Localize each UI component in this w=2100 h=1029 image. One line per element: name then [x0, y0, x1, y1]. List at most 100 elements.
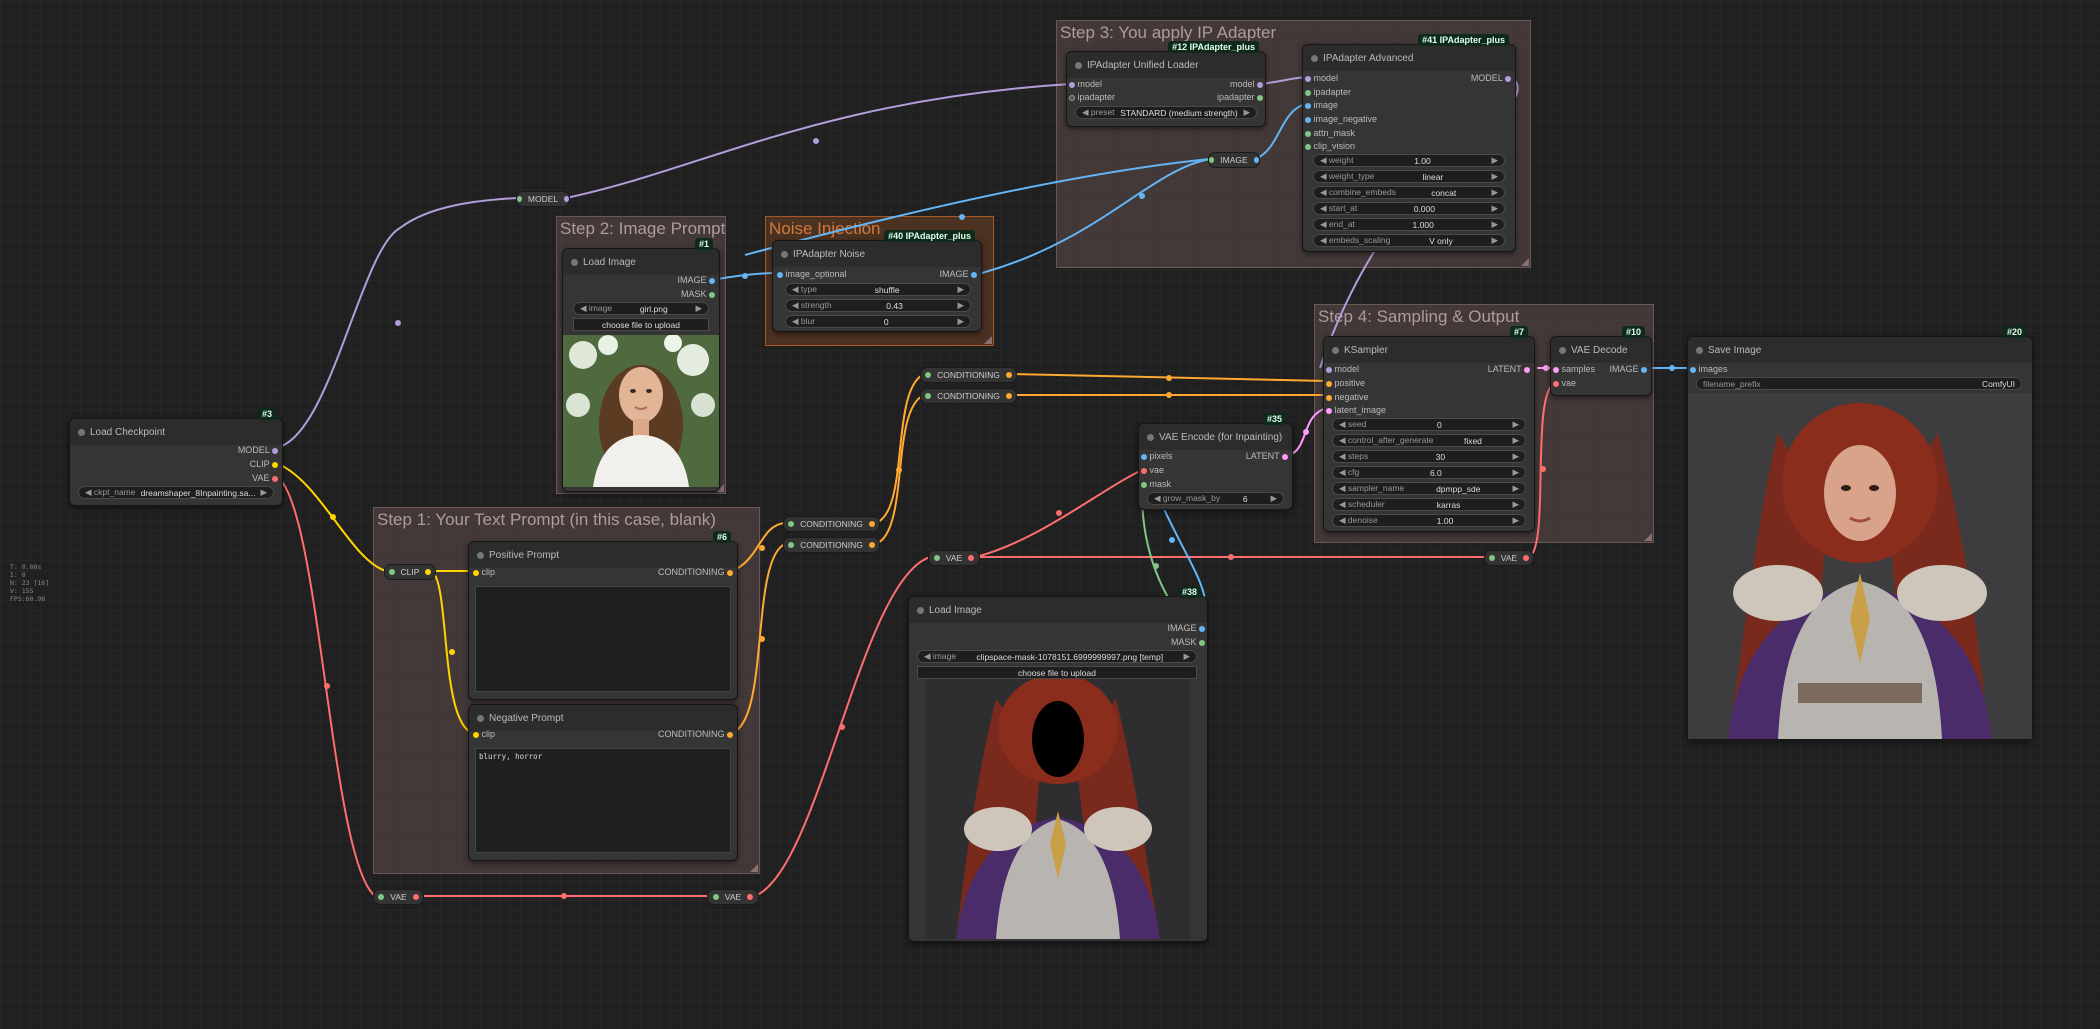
output-mask[interactable]: MASK: [681, 289, 715, 299]
resize-handle[interactable]: [1521, 258, 1529, 266]
reroute-conditioning[interactable]: CONDITIONING: [920, 388, 1017, 404]
input-mask[interactable]: mask: [1141, 479, 1171, 489]
node-title[interactable]: IPAdapter Unified Loader: [1067, 52, 1265, 78]
node-ipadapter-noise[interactable]: #40 IPAdapter_plus IPAdapter Noise image…: [772, 230, 982, 332]
node-title[interactable]: IPAdapter Advanced: [1303, 45, 1515, 71]
node-title[interactable]: KSampler: [1324, 337, 1534, 363]
node-vae-encode-inpainting[interactable]: #35 VAE Encode (for Inpainting) pixels v…: [1138, 413, 1293, 510]
resize-handle[interactable]: [1644, 533, 1652, 541]
node-save-image[interactable]: #20 Save Image images filename_prefix Com…: [1687, 326, 2033, 740]
input-vae[interactable]: vae: [1553, 378, 1576, 388]
strength-number[interactable]: ◀ strength 0.43 ▶: [785, 299, 971, 312]
image-combo[interactable]: ◀ image clipspace-mask-1078151.6999999997…: [917, 650, 1197, 663]
combine-embeds-combo[interactable]: ◀ combine_embeds concat ▶: [1313, 186, 1505, 199]
weight-type-combo[interactable]: ◀ weight_type linear ▶: [1313, 170, 1505, 183]
collapse-dot[interactable]: [477, 552, 484, 559]
node-load-image[interactable]: #1 Load Image IMAGE MASK ◀ image girl.png…: [562, 238, 720, 492]
node-negative-prompt[interactable]: Negative Prompt clip CONDITIONING blurry…: [468, 704, 738, 861]
scheduler-combo[interactable]: ◀ scheduler karras ▶: [1332, 498, 1526, 511]
node-title[interactable]: VAE Encode (for Inpainting): [1139, 424, 1292, 450]
sampler-name-combo[interactable]: ◀ sampler_name dpmpp_sde ▶: [1332, 482, 1526, 495]
type-combo[interactable]: ◀ type shuffle ▶: [785, 283, 971, 296]
node-title[interactable]: Load Image: [563, 249, 719, 275]
reroute-image[interactable]: IMAGE: [1208, 152, 1260, 168]
output-latent[interactable]: LATENT: [1246, 451, 1288, 461]
seed-number[interactable]: ◀ seed 0 ▶: [1332, 418, 1526, 431]
input-latent-image[interactable]: latent_image: [1326, 405, 1386, 415]
reroute-clip[interactable]: CLIP: [384, 564, 436, 580]
grow-mask-by-number[interactable]: ◀ grow_mask_by 6 ▶: [1147, 492, 1284, 505]
input-attn-mask[interactable]: attn_mask: [1305, 128, 1355, 138]
node-title[interactable]: Save Image: [1688, 337, 2032, 363]
start-at-number[interactable]: ◀ start_at 0.000 ▶: [1313, 202, 1505, 215]
node-title[interactable]: IPAdapter Noise: [773, 241, 981, 267]
collapse-dot[interactable]: [78, 429, 85, 436]
output-image[interactable]: IMAGE: [1167, 623, 1205, 633]
upload-button[interactable]: choose file to upload: [573, 318, 709, 331]
input-vae[interactable]: vae: [1141, 465, 1164, 475]
reroute-conditioning[interactable]: CONDITIONING: [783, 537, 880, 553]
reroute-vae[interactable]: VAE: [707, 889, 759, 905]
output-mask[interactable]: MASK: [1171, 637, 1205, 647]
output-vae[interactable]: VAE: [252, 473, 278, 483]
denoise-number[interactable]: ◀ denoise 1.00 ▶: [1332, 514, 1526, 527]
output-conditioning[interactable]: CONDITIONING: [658, 567, 733, 577]
node-vae-decode[interactable]: #10 VAE Decode samples vae IMAGE: [1550, 326, 1652, 396]
output-model[interactable]: MODEL: [238, 445, 278, 455]
collapse-dot[interactable]: [571, 259, 578, 266]
node-positive-prompt[interactable]: #6 Positive Prompt clip CONDITIONING: [468, 531, 738, 700]
filename-prefix-text[interactable]: filename_prefix ComfyUI: [1696, 377, 2022, 390]
input-ipadapter[interactable]: ipadapter: [1069, 92, 1115, 102]
collapse-dot[interactable]: [1332, 347, 1339, 354]
node-load-checkpoint[interactable]: #3 Load Checkpoint MODEL CLIP VAE ◀ ckpt…: [69, 408, 283, 506]
reroute-vae[interactable]: VAE: [928, 550, 980, 566]
output-model[interactable]: model: [1230, 79, 1263, 89]
prompt-textarea[interactable]: blurry, horror: [475, 748, 731, 853]
weight-number[interactable]: ◀ weight 1.00 ▶: [1313, 154, 1505, 167]
output-latent[interactable]: LATENT: [1488, 364, 1530, 374]
reroute-conditioning[interactable]: CONDITIONING: [783, 516, 880, 532]
steps-number[interactable]: ◀ steps 30 ▶: [1332, 450, 1526, 463]
node-title[interactable]: VAE Decode: [1551, 337, 1651, 363]
reroute-vae[interactable]: VAE: [373, 889, 424, 905]
node-ipadapter-unified-loader[interactable]: #12 IPAdapter_plus IPAdapter Unified Loa…: [1066, 41, 1266, 127]
node-title[interactable]: Positive Prompt: [469, 542, 737, 568]
input-clip[interactable]: clip: [473, 567, 495, 577]
collapse-dot[interactable]: [1147, 434, 1154, 441]
input-model[interactable]: model: [1069, 79, 1102, 89]
preset-combo[interactable]: ◀ preset STANDARD (medium strength) ▶: [1075, 106, 1257, 119]
collapse-dot[interactable]: [1696, 347, 1703, 354]
reroute-model[interactable]: MODEL: [516, 191, 570, 207]
output-ipadapter[interactable]: ipadapter: [1217, 92, 1263, 102]
input-clip-vision[interactable]: clip_vision: [1305, 141, 1355, 151]
input-model[interactable]: model: [1326, 364, 1359, 374]
input-negative[interactable]: negative: [1326, 392, 1369, 402]
collapse-dot[interactable]: [781, 251, 788, 258]
input-ipadapter[interactable]: ipadapter: [1305, 87, 1351, 97]
input-positive[interactable]: positive: [1326, 378, 1365, 388]
prompt-textarea[interactable]: [475, 586, 731, 692]
output-conditioning[interactable]: CONDITIONING: [658, 729, 733, 739]
node-load-image-mask[interactable]: #38 Load Image IMAGE MASK ◀ image clipspa…: [908, 586, 1208, 942]
collapse-dot[interactable]: [1311, 55, 1318, 62]
output-image[interactable]: IMAGE: [677, 275, 715, 285]
resize-handle[interactable]: [750, 864, 758, 872]
input-samples[interactable]: samples: [1553, 364, 1595, 374]
input-model[interactable]: model: [1305, 73, 1338, 83]
collapse-dot[interactable]: [1075, 62, 1082, 69]
node-ksampler[interactable]: #7 KSampler model positive negative late…: [1323, 326, 1535, 532]
end-at-number[interactable]: ◀ end_at 1.000 ▶: [1313, 218, 1505, 231]
output-image[interactable]: IMAGE: [1609, 364, 1647, 374]
blur-number[interactable]: ◀ blur 0 ▶: [785, 315, 971, 328]
ckpt-name-combo[interactable]: ◀ ckpt_name dreamshaper_8Inpainting.sa...…: [78, 486, 274, 499]
control-after-generate-combo[interactable]: ◀ control_after_generate fixed ▶: [1332, 434, 1526, 447]
upload-button[interactable]: choose file to upload: [917, 666, 1197, 679]
collapse-dot[interactable]: [477, 715, 484, 722]
output-clip[interactable]: CLIP: [250, 459, 278, 469]
input-images[interactable]: images: [1690, 364, 1728, 374]
collapse-dot[interactable]: [1559, 347, 1566, 354]
input-pixels[interactable]: pixels: [1141, 451, 1173, 461]
input-image[interactable]: image: [1305, 100, 1338, 110]
node-title[interactable]: Negative Prompt: [469, 705, 737, 731]
image-combo[interactable]: ◀ image girl.png ▶: [573, 302, 709, 315]
